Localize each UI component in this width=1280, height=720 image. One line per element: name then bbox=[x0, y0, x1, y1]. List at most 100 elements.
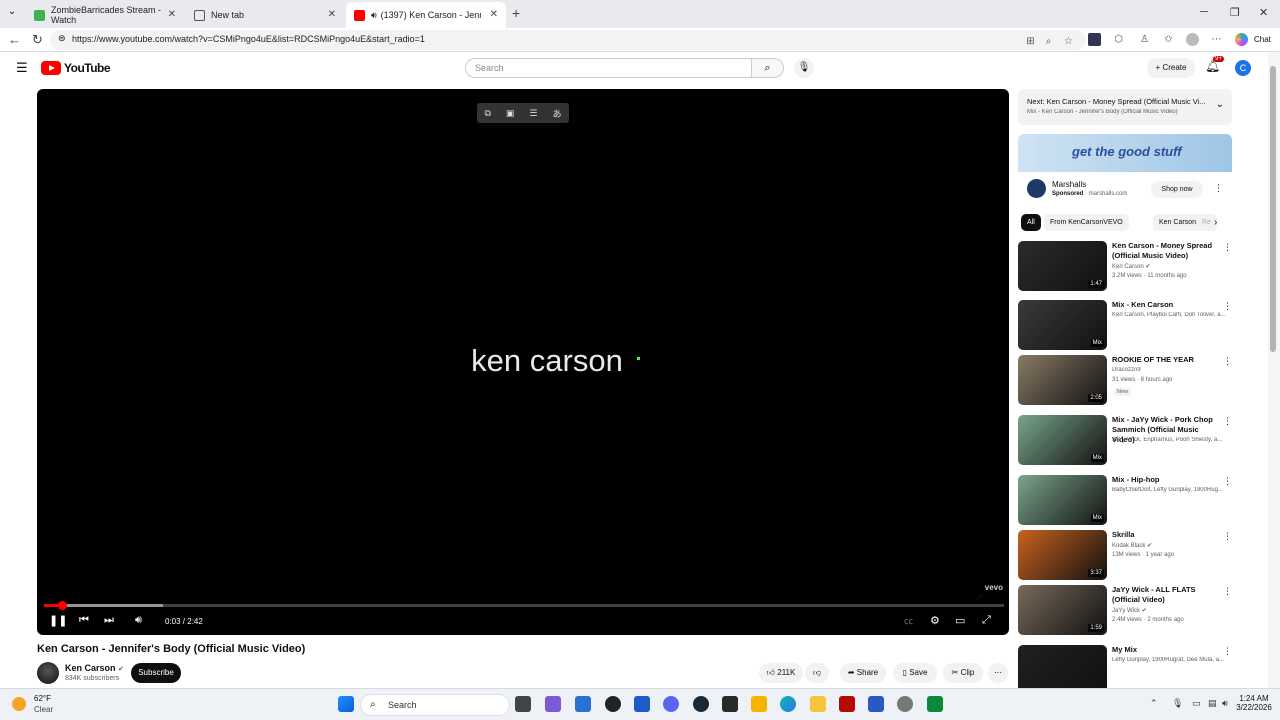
tab-youtube-active[interactable]: 🔊︎ (1397) Ken Carson - Jennifer's ✕ bbox=[346, 2, 506, 28]
video-menu-icon[interactable]: ⋮ bbox=[1223, 416, 1232, 427]
refresh-icon[interactable]: ↻ bbox=[32, 32, 43, 48]
site-info-icon[interactable]: ⊜ bbox=[58, 33, 66, 44]
chat-button-label[interactable]: Chat bbox=[1254, 35, 1271, 44]
recommended-video[interactable]: Mix Mix - JaYy Wick - Pork Chop Sammich (… bbox=[1018, 415, 1232, 467]
settings-gear-icon[interactable]: ⚙︎ bbox=[930, 614, 940, 627]
video-thumbnail[interactable]: 2:05 bbox=[1018, 355, 1107, 405]
display-icon[interactable]: ▭ bbox=[1192, 698, 1201, 709]
taskbar-search[interactable]: ⌕ Search bbox=[360, 694, 510, 716]
notifications-button[interactable]: 🔔︎ 9+ bbox=[1205, 56, 1224, 73]
progress-bar[interactable] bbox=[44, 601, 1004, 610]
new-tab-button[interactable]: + bbox=[512, 5, 520, 21]
video-title[interactable]: ROOKIE OF THE YEAR bbox=[1112, 355, 1222, 365]
pause-button[interactable]: ❚❚ bbox=[49, 614, 67, 627]
start-windows-icon[interactable] bbox=[338, 696, 354, 712]
tab-list-button[interactable]: ⌄ bbox=[4, 6, 20, 22]
video-title[interactable]: JaYy Wick - ALL FLATS (Official Video) bbox=[1112, 585, 1222, 605]
scrubber-handle[interactable] bbox=[58, 601, 68, 610]
theater-mode-icon[interactable]: ▭ bbox=[955, 614, 965, 627]
app-icon[interactable] bbox=[927, 696, 943, 712]
collections-icon[interactable] bbox=[1186, 33, 1199, 46]
microphone-icon[interactable]: 🎙︎ bbox=[1172, 698, 1183, 709]
capture-icon[interactable]: ⧉ bbox=[484, 108, 490, 119]
recommended-video[interactable]: Mix Mix - Ken Carson Ken Carson, Playboi C… bbox=[1018, 300, 1232, 352]
chevron-right-icon[interactable]: › bbox=[1214, 217, 1217, 228]
copilot-icon[interactable] bbox=[1235, 33, 1248, 46]
search-button[interactable]: ⌕ bbox=[752, 58, 784, 78]
app-icon[interactable] bbox=[868, 696, 884, 712]
minimize-icon[interactable]: ─ bbox=[1200, 6, 1208, 18]
settings-gear-icon[interactable] bbox=[897, 696, 913, 712]
video-menu-icon[interactable]: ⋮ bbox=[1223, 586, 1232, 597]
extension-icon[interactable] bbox=[1088, 33, 1101, 46]
search-input[interactable]: Search bbox=[465, 58, 752, 78]
edge-browser-icon[interactable] bbox=[780, 696, 796, 712]
create-button[interactable]: + Create bbox=[1147, 58, 1195, 78]
system-clock[interactable]: 1:24 AM 3/22/2026 bbox=[1232, 694, 1276, 712]
file-manager-icon[interactable] bbox=[515, 696, 531, 712]
video-menu-icon[interactable]: ⋮ bbox=[1223, 476, 1232, 487]
voice-search-button[interactable]: 🎙︎ bbox=[794, 58, 814, 78]
tab-new-tab[interactable]: New tab ✕ bbox=[186, 2, 344, 28]
video-menu-icon[interactable]: ⋮ bbox=[1223, 242, 1232, 253]
picture-in-picture-icon[interactable]: ▣ bbox=[506, 108, 515, 119]
dislike-button[interactable]: 👎︎ bbox=[805, 663, 829, 683]
captions-icon[interactable]: ㏄ bbox=[904, 614, 913, 627]
video-title[interactable]: Skrilla bbox=[1112, 530, 1222, 540]
zoom-icon[interactable]: ⌕ bbox=[1042, 35, 1055, 48]
favorites-icon[interactable]: ✩ bbox=[1162, 33, 1175, 46]
video-thumbnail[interactable]: 1:47 bbox=[1018, 241, 1107, 291]
video-title[interactable]: Ken Carson - Money Spread (Official Musi… bbox=[1112, 241, 1222, 261]
address-bar[interactable]: ⊜ https://www.youtube.com/watch?v=CSMiPn… bbox=[50, 30, 1086, 50]
subscribe-button[interactable]: Subscribe bbox=[131, 663, 181, 683]
discord-icon[interactable] bbox=[663, 696, 679, 712]
chevron-down-icon[interactable]: ⌄ bbox=[1216, 99, 1224, 110]
video-thumbnail[interactable]: Mix bbox=[1018, 475, 1107, 525]
store-icon[interactable] bbox=[634, 696, 650, 712]
close-tab-icon[interactable]: ✕ bbox=[490, 9, 498, 20]
channel-avatar[interactable] bbox=[37, 662, 59, 684]
save-button[interactable]: ▯ Save bbox=[893, 663, 937, 683]
chip-ken-carson[interactable]: Ken Carson bbox=[1153, 214, 1202, 231]
fullscreen-icon[interactable]: ⤢ bbox=[982, 614, 991, 627]
favorite-star-icon[interactable]: ☆ bbox=[1062, 35, 1075, 48]
channel-name[interactable]: Ken Carson ✔ bbox=[65, 663, 124, 673]
folder-icon[interactable] bbox=[810, 696, 826, 712]
translate-icon[interactable]: あ bbox=[552, 107, 561, 120]
steam-icon[interactable] bbox=[693, 696, 709, 712]
previous-button[interactable]: ⏮︎ bbox=[79, 614, 89, 627]
account-avatar[interactable]: C bbox=[1235, 60, 1251, 76]
video-menu-icon[interactable]: ⋮ bbox=[1223, 531, 1232, 542]
video-menu-icon[interactable]: ⋮ bbox=[1223, 356, 1232, 367]
hamburger-menu-icon[interactable]: ☰ bbox=[16, 60, 28, 76]
recommended-video[interactable]: 1:47 Ken Carson - Money Spread (Official … bbox=[1018, 241, 1232, 293]
up-next-box[interactable]: Next: Ken Carson - Money Spread (Officia… bbox=[1018, 89, 1232, 125]
video-menu-icon[interactable]: ⋮ bbox=[1223, 646, 1232, 657]
chip-from-kencarsonvevo[interactable]: From KenCarsonVEVO bbox=[1044, 214, 1129, 231]
video-title[interactable]: Mix - Hip-hop bbox=[1112, 475, 1222, 485]
clip-button[interactable]: ✂ Clip bbox=[943, 663, 983, 683]
video-menu-icon[interactable]: ⋮ bbox=[1223, 301, 1232, 312]
advertiser-logo[interactable] bbox=[1027, 179, 1046, 198]
back-icon[interactable]: ← bbox=[8, 32, 21, 47]
youtube-logo[interactable]: YouTube bbox=[41, 61, 111, 75]
recommended-video[interactable]: 3:37 Skrilla Kodak Black ✔ 13M views · 1 ye… bbox=[1018, 530, 1232, 582]
volume-icon[interactable]: 🔊︎ bbox=[135, 614, 142, 627]
tab-zombiebarricades[interactable]: ZombieBarricades Stream - Watch ✕ bbox=[26, 2, 184, 28]
chevron-up-icon[interactable]: ⌃ bbox=[1150, 698, 1158, 709]
next-button[interactable]: ⏭︎ bbox=[104, 614, 114, 627]
ad-banner[interactable]: get the good stuff bbox=[1018, 134, 1232, 172]
close-tab-icon[interactable]: ✕ bbox=[328, 9, 336, 20]
browser-essentials-icon[interactable]: ♙ bbox=[1138, 33, 1151, 46]
close-tab-icon[interactable]: ✕ bbox=[168, 9, 176, 20]
epic-games-icon[interactable] bbox=[722, 696, 738, 712]
video-title[interactable]: Mix - Ken Carson bbox=[1112, 300, 1222, 310]
more-actions-button[interactable]: ⋯ bbox=[988, 663, 1008, 683]
video-thumbnail[interactable]: 1:59 bbox=[1018, 585, 1107, 635]
app-icon[interactable] bbox=[545, 696, 561, 712]
like-button[interactable]: 👍︎ 211K bbox=[759, 663, 803, 683]
network-icon[interactable]: ▤ bbox=[1208, 698, 1217, 709]
scrollbar-thumb[interactable] bbox=[1270, 66, 1276, 352]
speaker-icon[interactable]: 🔊︎ bbox=[371, 10, 377, 21]
video-thumbnail[interactable]: 3:37 bbox=[1018, 530, 1107, 580]
